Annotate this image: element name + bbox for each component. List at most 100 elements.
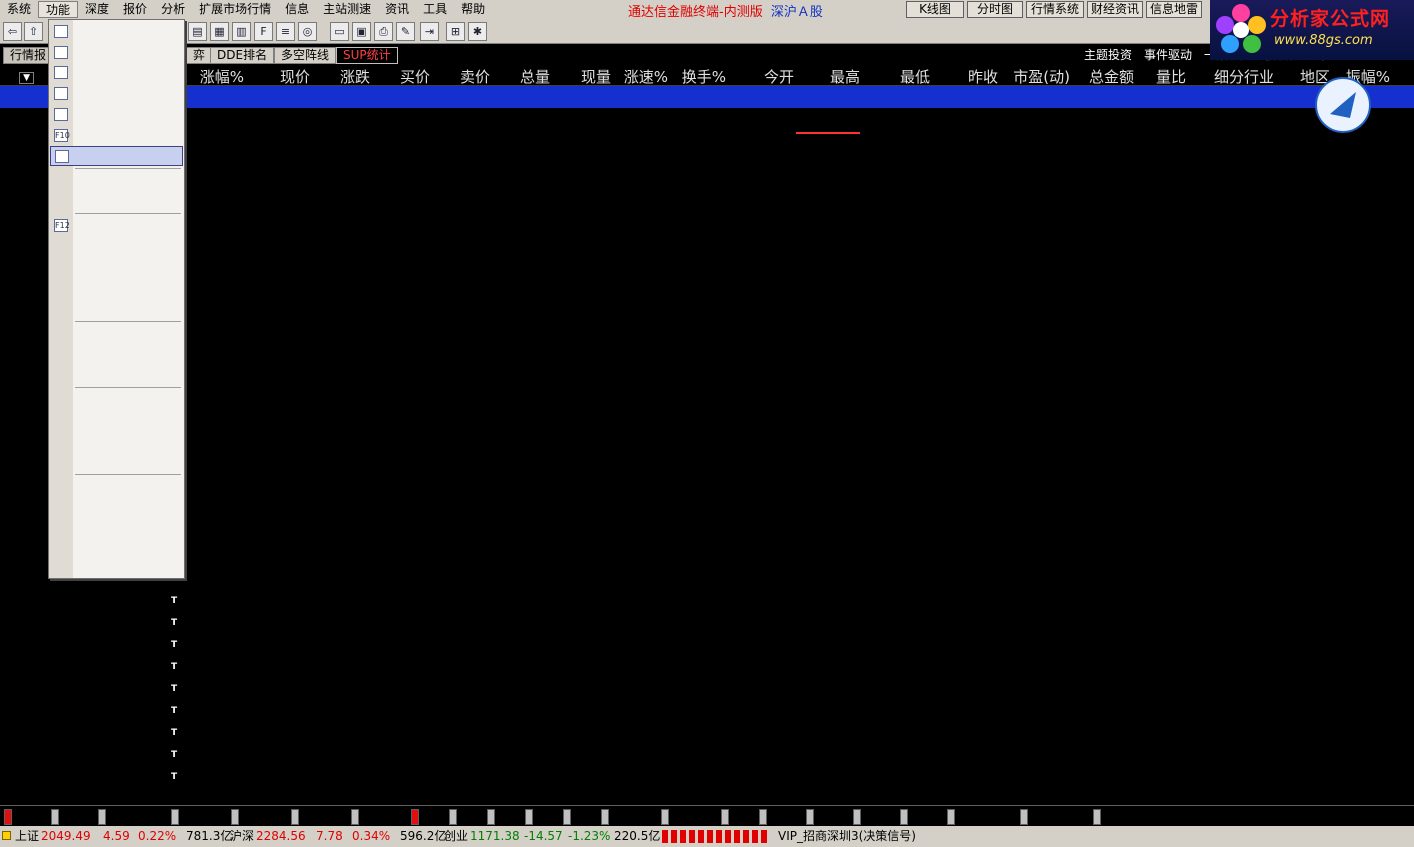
menu-item-9[interactable]: 工具 <box>416 1 454 18</box>
menu-item-16[interactable] <box>50 365 183 385</box>
bottom-tab-21[interactable] <box>1093 809 1101 825</box>
col-header-10[interactable]: 最高 <box>796 66 860 87</box>
tab-0[interactable]: 弈 <box>186 47 213 64</box>
menu-item-25[interactable] <box>50 560 183 580</box>
table-row[interactable]: T <box>0 636 1414 658</box>
table-row[interactable] <box>0 284 1414 306</box>
grid-icon[interactable]: ▦ <box>210 22 229 41</box>
save-icon[interactable]: ▣ <box>352 22 371 41</box>
menu-item-13[interactable] <box>50 299 183 319</box>
col-header-2[interactable]: 涨跌 <box>306 66 370 87</box>
menu-item-24[interactable] <box>50 539 183 559</box>
menu-item-5[interactable]: 扩展市场行情 <box>192 1 278 18</box>
menu-item-14[interactable] <box>50 324 183 344</box>
table-row[interactable] <box>0 152 1414 174</box>
col-header-5[interactable]: 总量 <box>486 66 550 87</box>
menu-item-1[interactable]: 功能 <box>38 1 79 18</box>
table-row[interactable] <box>0 372 1414 394</box>
col-header-16[interactable]: 细分行业 <box>1194 66 1274 87</box>
tab-1[interactable]: DDE排名 <box>210 47 275 64</box>
report-icon[interactable]: ▥ <box>232 22 251 41</box>
up-icon[interactable]: ⇧ <box>24 22 43 41</box>
menu-item-19[interactable] <box>50 431 183 451</box>
menu-item-9[interactable]: F12 <box>50 216 183 236</box>
bottom-tab-18[interactable] <box>900 809 908 825</box>
menu-item-15[interactable] <box>50 345 183 365</box>
bottom-tab-15[interactable] <box>759 809 767 825</box>
table-row[interactable] <box>0 262 1414 284</box>
table-row[interactable]: T <box>0 570 1414 592</box>
menu-item-11[interactable] <box>50 258 183 278</box>
f10-icon[interactable]: F <box>254 22 273 41</box>
menu-item-10[interactable] <box>50 237 183 257</box>
table-row[interactable] <box>0 218 1414 240</box>
table-row[interactable] <box>0 108 1414 130</box>
list-icon[interactable]: ≡ <box>276 22 295 41</box>
bottom-tab-16[interactable] <box>806 809 814 825</box>
table-row[interactable] <box>0 174 1414 196</box>
menu-item-7[interactable] <box>50 171 183 191</box>
table-row[interactable] <box>0 306 1414 328</box>
bottom-tab-7[interactable] <box>411 809 419 825</box>
menu-item-2[interactable]: 深度 <box>78 1 116 18</box>
bottom-tab-2[interactable] <box>98 809 106 825</box>
col-header-11[interactable]: 最低 <box>866 66 930 87</box>
col-header-7[interactable]: 涨速% <box>604 66 668 87</box>
menu-item-6[interactable] <box>50 146 183 167</box>
menu-item-8[interactable] <box>50 192 183 212</box>
float-widget-icon[interactable] <box>1314 76 1372 134</box>
bottom-tab-20[interactable] <box>1020 809 1028 825</box>
bottom-tab-9[interactable] <box>487 809 495 825</box>
menu-item-4[interactable]: 分析 <box>154 1 192 18</box>
view-button-1[interactable]: 分时图 <box>967 1 1023 18</box>
table-row[interactable]: T <box>0 724 1414 746</box>
table-row[interactable]: T <box>0 746 1414 768</box>
table-row[interactable] <box>0 438 1414 460</box>
bottom-tab-3[interactable] <box>171 809 179 825</box>
menu-item-0[interactable]: 系统 <box>0 1 38 18</box>
window-icon[interactable]: ◎ <box>298 22 317 41</box>
trade-icon[interactable]: ⊞ <box>446 22 465 41</box>
right-tab-1[interactable]: 事件驱动 <box>1144 46 1192 63</box>
col-header-8[interactable]: 换手% <box>662 66 726 87</box>
menu-item-20[interactable] <box>50 452 183 472</box>
menu-item-18[interactable] <box>50 411 183 431</box>
tab-2[interactable]: 多空阵线 <box>274 47 337 64</box>
login-icon[interactable]: ⇥ <box>420 22 439 41</box>
col-header-9[interactable]: 今开 <box>730 66 794 87</box>
col-header-1[interactable]: 现价 <box>246 66 310 87</box>
bottom-tab-0[interactable] <box>4 809 12 825</box>
col-header-3[interactable]: 买价 <box>366 66 430 87</box>
menu-item-7[interactable]: 主站测速 <box>316 1 378 18</box>
bottom-tab-6[interactable] <box>351 809 359 825</box>
table-row[interactable]: T <box>0 658 1414 680</box>
view-button-2[interactable]: 行情系统 <box>1026 1 1084 18</box>
menu-item-17[interactable] <box>50 390 183 410</box>
bottom-tab-11[interactable] <box>563 809 571 825</box>
table-row[interactable] <box>0 482 1414 504</box>
tab-3[interactable]: SUP统计 <box>336 47 398 64</box>
menu-item-2[interactable] <box>50 63 183 83</box>
table-row[interactable] <box>0 86 1414 108</box>
table-row[interactable]: T <box>0 702 1414 724</box>
table-row[interactable]: T <box>0 614 1414 636</box>
table-row[interactable]: T <box>0 680 1414 702</box>
table-row[interactable] <box>0 504 1414 526</box>
table-row[interactable] <box>0 130 1414 152</box>
menu-item-10[interactable]: 帮助 <box>454 1 492 18</box>
edit-icon[interactable]: ✎ <box>396 22 415 41</box>
menu-item-1[interactable] <box>50 43 183 63</box>
bottom-tab-4[interactable] <box>231 809 239 825</box>
table-row[interactable]: T <box>0 768 1414 790</box>
bottom-tab-8[interactable] <box>449 809 457 825</box>
menu-item-23[interactable] <box>50 518 183 538</box>
col-header-13[interactable]: 市盈(动) <box>1006 66 1070 87</box>
col-header-12[interactable]: 昨收 <box>934 66 998 87</box>
table-row[interactable] <box>0 526 1414 548</box>
print-icon[interactable]: ⎙ <box>374 22 393 41</box>
view-button-3[interactable]: 财经资讯 <box>1087 1 1143 18</box>
table-row[interactable] <box>0 460 1414 482</box>
table-row[interactable] <box>0 240 1414 262</box>
col-header-6[interactable]: 现量 <box>547 66 611 87</box>
table-row[interactable] <box>0 416 1414 438</box>
